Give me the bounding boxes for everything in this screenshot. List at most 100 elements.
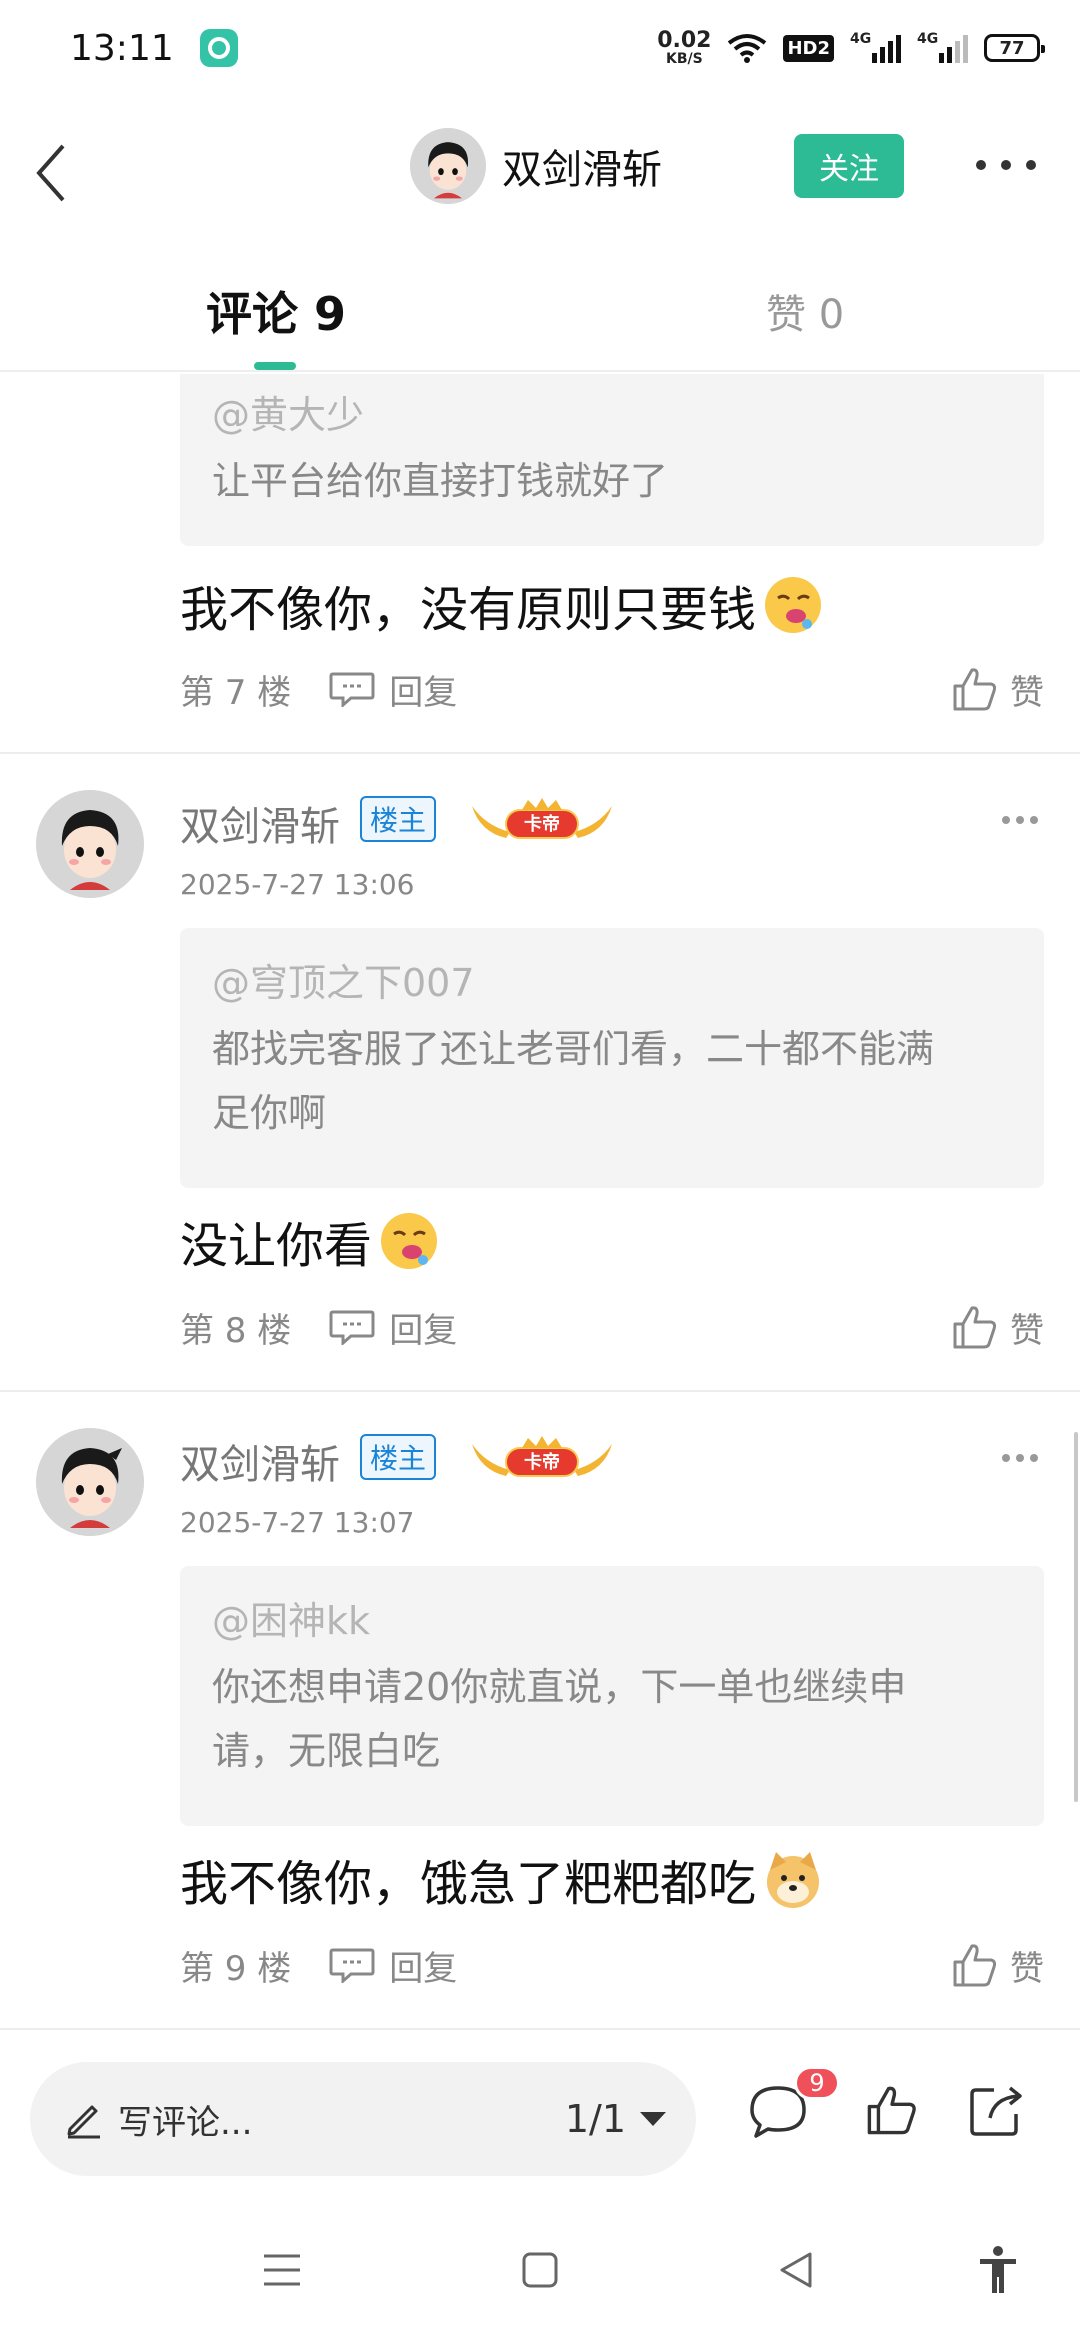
share-icon[interactable] <box>968 2084 1024 2138</box>
status-indicators: 0.02 KB/S HD2 4G 4G 77 <box>657 28 1045 67</box>
avatar[interactable] <box>36 790 144 898</box>
doge-emoji-icon <box>767 1852 820 1908</box>
comment-more-icon[interactable] <box>1002 816 1038 828</box>
status-bar: 13:11 0.02 KB/S HD2 4G 4G 77 <box>0 0 1080 96</box>
avatar[interactable] <box>36 1428 144 1536</box>
chevron-down-icon[interactable] <box>640 2112 666 2126</box>
rank-badge-icon: 卡帝 <box>472 798 612 839</box>
quote-text-line: 你还想申请20你就直说，下一单也继续申 <box>212 1665 907 1709</box>
comment-item: 双剑滑斩 楼主 卡帝 2025-7-27 13:06 @穹顶之下007 都找完客… <box>0 754 1080 1390</box>
reply-icon[interactable] <box>329 671 375 707</box>
home-button[interactable] <box>500 2200 580 2340</box>
comment-author[interactable]: 双剑滑斩 <box>180 794 340 852</box>
write-comment-placeholder: 写评论... <box>118 2102 253 2143</box>
quote-block[interactable]: @困神kk 你还想申请20你就直说，下一单也继续申 请，无限白吃 <box>180 1566 1044 1826</box>
header-user[interactable]: 双剑滑斩 <box>410 128 662 204</box>
system-nav-bar <box>0 2200 1080 2340</box>
comment-time: 2025-7-27 13:06 <box>180 868 415 901</box>
quote-text-line: 足你啊 <box>212 1091 327 1135</box>
tab-comments[interactable]: 评论 9 <box>206 278 346 344</box>
nav-back-button[interactable] <box>756 2200 836 2340</box>
like-label: 赞 <box>1010 1310 1044 1351</box>
menu-icon <box>264 2254 300 2286</box>
back-icon <box>36 144 65 202</box>
rank-badge-text: 卡帝 <box>524 1451 560 1473</box>
comment-item: @黄大少 让平台给你直接打钱就好了 我不像你，没有原则只要钱 第 7 楼 回复 … <box>0 374 1080 754</box>
hd-badge: HD2 <box>783 34 834 62</box>
bottom-action-bar: 写评论... 1/1 9 <box>0 2040 1080 2200</box>
network-speed: 0.02 KB/S <box>657 28 712 67</box>
quote-user[interactable]: @黄大少 <box>212 384 1012 439</box>
rank-badge-icon: 卡帝 <box>472 1436 612 1477</box>
quote-user[interactable]: @穹顶之下007 <box>212 952 1012 1007</box>
quote-block[interactable]: @穹顶之下007 都找完客服了还让老哥们看，二十都不能满 足你啊 <box>180 928 1044 1188</box>
reply-button[interactable]: 回复 <box>389 1303 457 1352</box>
quote-text-line: 都找完客服了还让老哥们看，二十都不能满 <box>212 1027 935 1071</box>
avatar[interactable] <box>410 128 486 204</box>
scrollbar[interactable] <box>1074 1432 1078 1802</box>
menu-button[interactable] <box>242 2200 322 2340</box>
floor-number: 第 9 楼 <box>180 1948 292 1989</box>
tab-bar: 评论 9 赞 0 <box>0 240 1080 372</box>
quote-text-line: 请，无限白吃 <box>212 1729 441 1773</box>
back-button[interactable] <box>26 138 76 208</box>
comment-text: 没让你看 <box>180 1218 373 1274</box>
accessibility-icon <box>980 2246 1016 2293</box>
like-icon <box>953 1944 997 1987</box>
comment-footer: 第 9 楼 回复 赞 <box>180 1940 1044 1990</box>
quote-text: 都找完客服了还让老哥们看，二十都不能满 足你啊 <box>212 1017 1012 1145</box>
like-button[interactable]: 赞 <box>952 665 1044 714</box>
comment-text: 我不像你，没有原则只要钱 <box>180 582 757 638</box>
signal-label: 4G <box>917 31 939 47</box>
net-speed-unit: KB/S <box>665 51 703 67</box>
write-comment-input[interactable]: 写评论... 1/1 <box>30 2062 696 2176</box>
header-title: 双剑滑斩 <box>502 147 662 193</box>
comment-time: 2025-7-27 13:07 <box>180 1506 415 1539</box>
rank-badge-text: 卡帝 <box>524 813 560 835</box>
signal-label: 4G <box>850 31 872 47</box>
like-icon[interactable] <box>866 2084 918 2136</box>
host-badge: 楼主 <box>360 796 437 842</box>
tab-likes[interactable]: 赞 0 <box>766 282 844 340</box>
signal-icon: 4G <box>917 31 968 63</box>
reply-button[interactable]: 回复 <box>389 1941 457 1990</box>
reply-button[interactable]: 回复 <box>389 665 457 714</box>
wifi-icon <box>728 34 767 63</box>
page-indicator[interactable]: 1/1 <box>565 2097 626 2141</box>
divider <box>0 2028 1080 2030</box>
floor-number: 第 8 楼 <box>180 1310 292 1351</box>
quote-user[interactable]: @困神kk <box>212 1590 1012 1645</box>
net-speed-value: 0.02 <box>657 28 712 53</box>
battery-icon: 77 <box>984 34 1045 62</box>
comment-more-icon[interactable] <box>1002 1454 1038 1466</box>
reply-icon[interactable] <box>329 1947 375 1983</box>
comment-footer: 第 8 楼 回复 赞 <box>180 1302 1044 1352</box>
comment-footer: 第 7 楼 回复 赞 <box>180 664 1044 714</box>
comment-body: 没让你看 <box>180 1206 440 1276</box>
quote-text: 让平台给你直接打钱就好了 <box>212 459 669 503</box>
like-button[interactable]: 赞 <box>952 1303 1044 1352</box>
host-badge: 楼主 <box>360 1434 437 1480</box>
pencil-icon <box>67 2105 100 2139</box>
accessibility-button[interactable] <box>958 2200 1038 2340</box>
like-icon <box>953 668 997 711</box>
like-icon <box>953 1306 997 1349</box>
comment-author[interactable]: 双剑滑斩 <box>180 1432 340 1490</box>
tab-indicator <box>254 362 296 370</box>
like-label: 赞 <box>1010 1948 1044 1989</box>
like-button[interactable]: 赞 <box>952 1941 1044 1990</box>
app-notification-icon <box>199 29 238 67</box>
comment-body: 我不像你，饿急了粑粑都吃 <box>180 1844 824 1914</box>
comment-text: 我不像你，饿急了粑粑都吃 <box>180 1856 757 1912</box>
drooling-emoji-icon <box>381 1213 438 1269</box>
drooling-emoji-icon <box>765 577 822 633</box>
quote-block[interactable]: @黄大少 让平台给你直接打钱就好了 <box>180 374 1044 546</box>
follow-button[interactable]: 关注 <box>794 134 904 198</box>
nav-back-icon <box>780 2252 812 2288</box>
quote-text: 你还想申请20你就直说，下一单也继续申 请，无限白吃 <box>212 1655 1012 1783</box>
signal-icon: 4G <box>850 31 901 63</box>
more-icon[interactable] <box>976 150 1036 180</box>
like-label: 赞 <box>1010 672 1044 713</box>
comment-body: 我不像你，没有原则只要钱 <box>180 570 824 640</box>
reply-icon[interactable] <box>329 1309 375 1345</box>
